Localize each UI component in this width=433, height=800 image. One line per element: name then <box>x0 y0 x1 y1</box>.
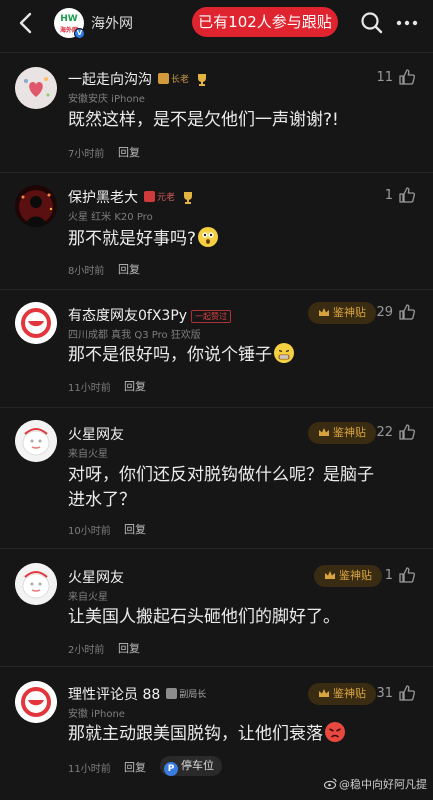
god-comment-button[interactable]: 鉴神贴 <box>308 302 376 324</box>
crown-icon <box>319 689 329 697</box>
avatar[interactable] <box>15 302 57 344</box>
trophy-icon <box>198 74 207 86</box>
rank-icon <box>144 191 155 202</box>
comment-text: 对呀，你们还反对脱钩做什么呢？是脑子进水了？ <box>68 465 374 510</box>
location-device: 安徽 iPhone <box>68 709 125 720</box>
username[interactable]: 保护黑老大 元老 <box>68 187 194 207</box>
like-count: 29 <box>376 305 393 320</box>
comment-item: 一起走向沟沟 长老 安徽安庆 iPhone 既然这样，是不是欠他们一声谢谢?! 7… <box>0 52 433 172</box>
avatar[interactable] <box>15 563 57 605</box>
god-comment-button[interactable]: 鉴神贴 <box>308 422 376 444</box>
comment-text: 那不就是好事吗? <box>68 227 408 252</box>
like-count: 1 <box>384 188 393 203</box>
top-bar: HW 海外网 V 海外网 已有102人参与跟贴 <box>0 0 433 48</box>
reply-button[interactable]: 回复 <box>118 640 140 656</box>
more-options-icon[interactable] <box>396 10 418 36</box>
comment-item: 火星网友 来自火星 让美国人搬起石头砸他们的脚好了。 2小时前 回复 鉴神贴 1 <box>0 548 433 666</box>
timestamp: 11小时前 <box>68 764 111 775</box>
comment-item: 火星网友 来自火星 对呀，你们还反对脱钩做什么呢？是脑子进水了？ 10小时前 回… <box>0 407 433 548</box>
rank-badge: 副局长 <box>164 688 209 702</box>
username[interactable]: 有态度网友0fX3Py 一起赞过 <box>68 305 232 325</box>
follow-count-button[interactable]: 已有102人参与跟贴 <box>192 7 338 37</box>
crown-icon <box>319 308 329 316</box>
location-device: 来自火星 <box>68 449 108 460</box>
logo-mark-icon: HW <box>60 14 78 24</box>
reply-button[interactable]: 回复 <box>118 261 140 277</box>
thumbs-up-icon[interactable] <box>398 684 416 702</box>
comment-item: 有态度网友0fX3Py 一起赞过 四川成都 真我 Q3 Pro 狂欢版 那不是很好… <box>0 289 433 407</box>
username[interactable]: 理性评论员 88 副局长 <box>68 684 209 704</box>
crown-icon <box>325 571 335 579</box>
avatar[interactable] <box>15 420 57 462</box>
liked-together-badge: 一起赞过 <box>191 309 232 323</box>
comment-text: 让美国人搬起石头砸他们的脚好了。 <box>68 607 340 627</box>
timestamp: 10小时前 <box>68 526 111 537</box>
comment-text: 那不是很好吗，你说个锤子 <box>68 343 408 368</box>
location-device: 四川成都 真我 Q3 Pro 狂欢版 <box>68 330 201 341</box>
timestamp: 7小时前 <box>68 149 105 160</box>
avatar[interactable] <box>15 681 57 723</box>
comment-text: 既然这样，是不是欠他们一声谢谢?! <box>68 110 339 130</box>
thumbs-up-icon[interactable] <box>398 303 416 321</box>
like-count: 11 <box>376 70 393 85</box>
trophy-icon <box>184 192 193 204</box>
verified-icon: V <box>74 28 85 39</box>
username[interactable]: 一起走向沟沟 长老 <box>68 69 208 89</box>
avatar[interactable] <box>15 67 57 109</box>
god-comment-button[interactable]: 鉴神贴 <box>308 683 376 705</box>
back-arrow-icon[interactable] <box>14 10 40 36</box>
grimace-emoji-icon <box>274 343 294 363</box>
like-count: 1 <box>384 568 393 583</box>
location-device: 安徽安庆 iPhone <box>68 94 145 105</box>
reply-button[interactable]: 回复 <box>124 759 146 775</box>
like-count: 31 <box>376 686 393 701</box>
comment-item: 保护黑老大 元老 火星 红米 K20 Pro 那不就是好事吗? 8小时前 回复 1 <box>0 172 433 286</box>
thumbs-up-icon[interactable] <box>398 566 416 584</box>
timestamp: 11小时前 <box>68 383 111 394</box>
crown-icon <box>319 428 329 436</box>
thumbs-up-icon[interactable] <box>398 68 416 86</box>
reply-button[interactable]: 回复 <box>124 378 146 394</box>
search-icon[interactable] <box>359 10 385 36</box>
timestamp: 8小时前 <box>68 266 105 277</box>
reply-button[interactable]: 回复 <box>118 144 140 160</box>
rank-badge: 长老 <box>156 73 192 87</box>
watermark: @稳中向好阿凡提 <box>324 776 427 792</box>
parking-icon: P <box>164 762 178 776</box>
timestamp: 2小时前 <box>68 645 105 656</box>
reply-button[interactable]: 回复 <box>124 521 146 537</box>
weibo-icon <box>324 778 337 789</box>
avatar[interactable] <box>15 185 57 227</box>
rank-icon <box>158 73 169 84</box>
parking-spot-button[interactable]: P 停车位 <box>160 756 222 776</box>
comment-text: 那就主动跟美国脱钩，让他们衰落 <box>68 722 408 747</box>
location-device: 来自火星 <box>68 592 108 603</box>
username[interactable]: 火星网友 <box>68 424 124 444</box>
location-device: 火星 红米 K20 Pro <box>68 212 153 223</box>
site-name[interactable]: 海外网 <box>91 13 133 33</box>
rank-badge: 元老 <box>142 191 178 205</box>
like-count: 22 <box>376 425 393 440</box>
angry-emoji-icon <box>325 722 345 742</box>
username[interactable]: 火星网友 <box>68 567 124 587</box>
rank-icon <box>166 688 178 699</box>
god-comment-button[interactable]: 鉴神贴 <box>314 565 382 587</box>
shocked-emoji-icon <box>198 227 219 247</box>
thumbs-up-icon[interactable] <box>398 186 416 204</box>
thumbs-up-icon[interactable] <box>398 423 416 441</box>
